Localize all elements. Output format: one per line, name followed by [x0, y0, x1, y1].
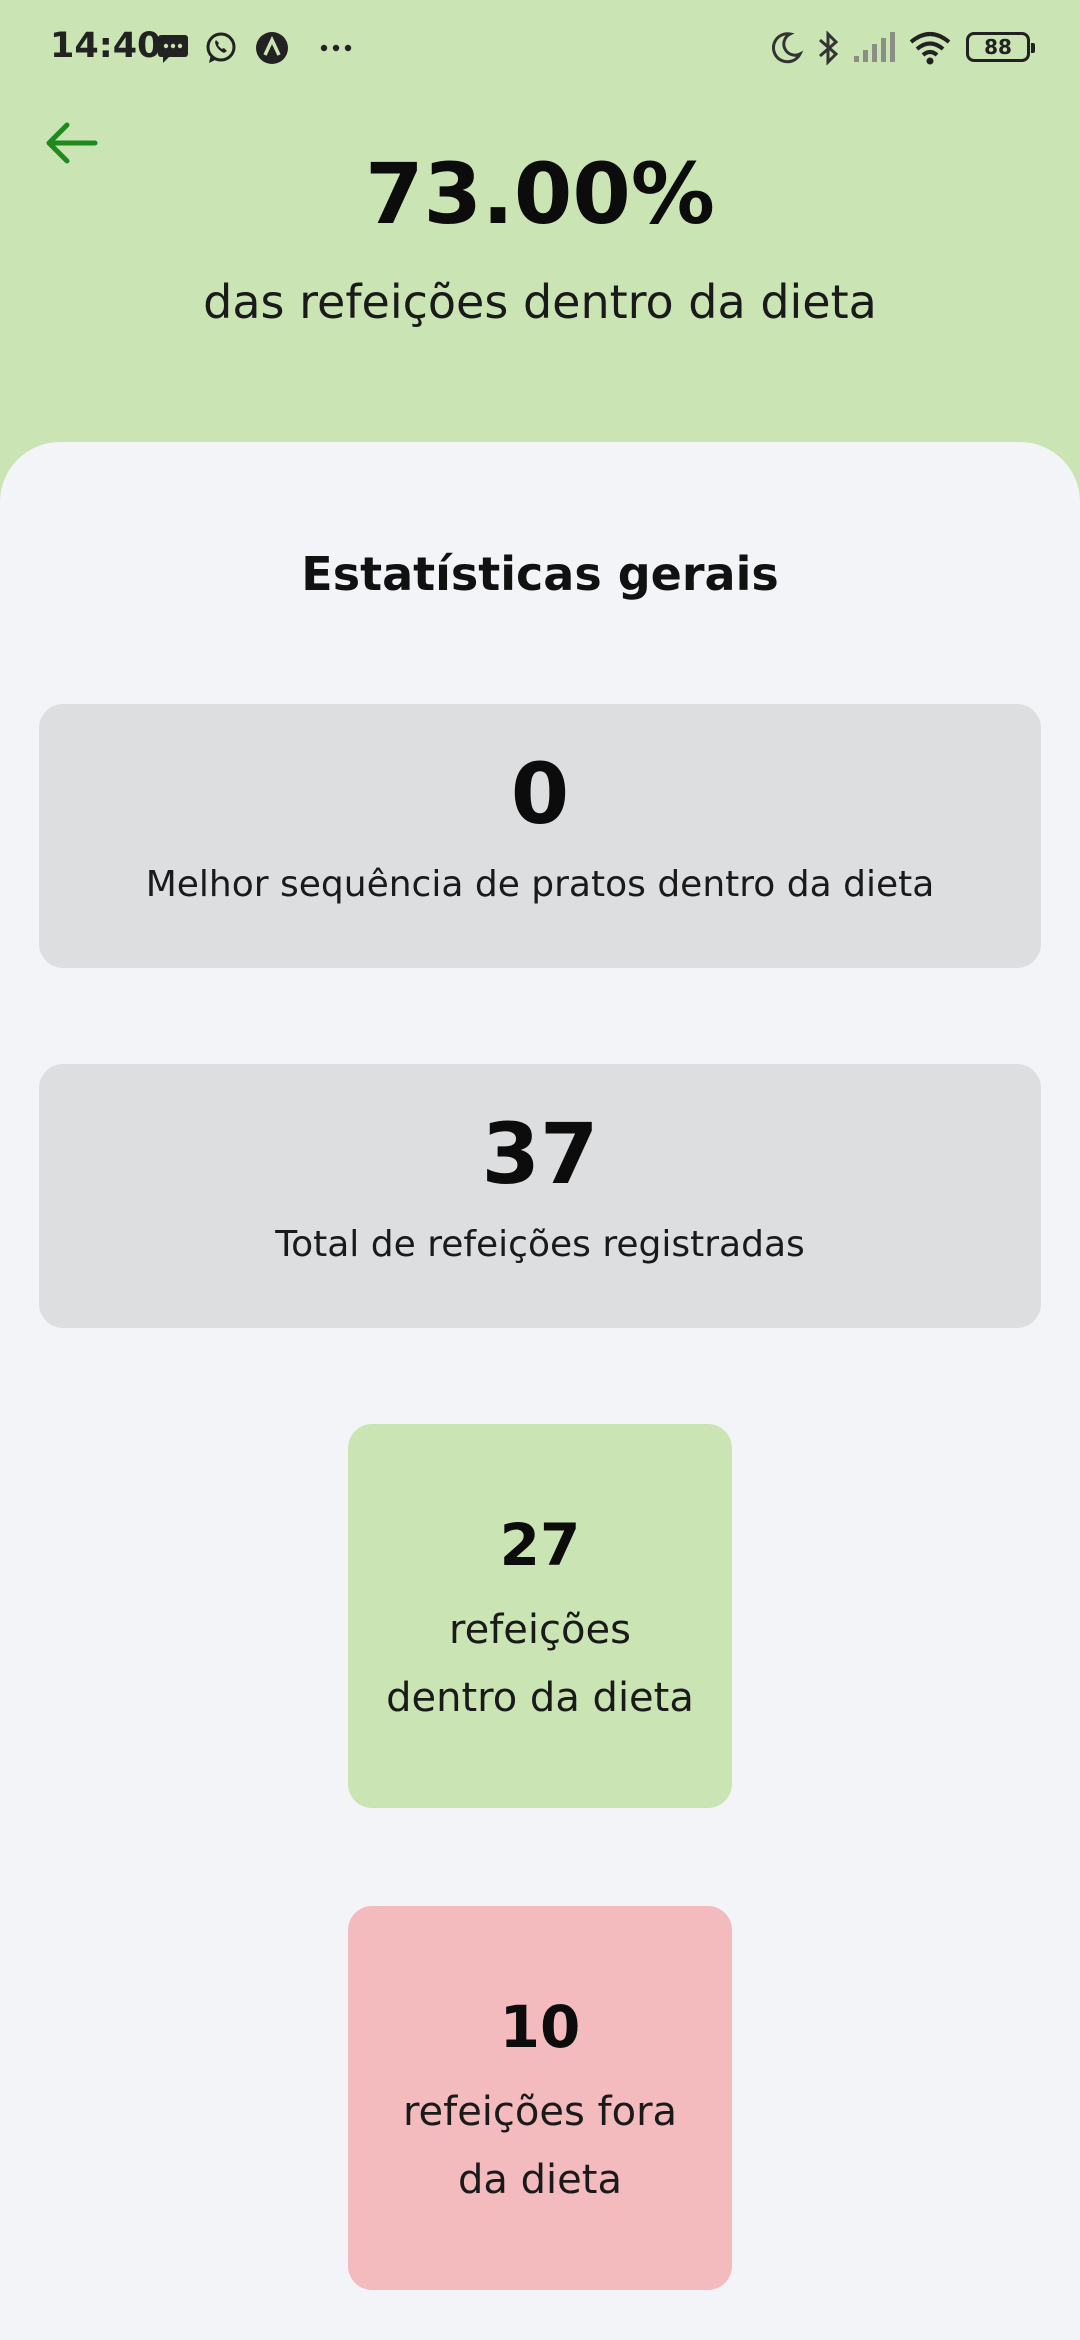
within-diet-label: refeições dentro da dieta — [348, 1596, 732, 1732]
more-dots-icon — [320, 44, 352, 52]
diet-percentage: 73.00% — [365, 145, 715, 243]
total-meals-card: 37 Total de refeições registradas — [39, 1064, 1041, 1328]
statistics-sheet: Estatísticas gerais 0 Melhor sequência d… — [0, 442, 1080, 2340]
battery-icon: 88 — [966, 32, 1035, 62]
whatsapp-icon — [206, 32, 236, 63]
moon-icon — [771, 32, 804, 64]
best-sequence-value: 0 — [510, 745, 570, 843]
outside-diet-value: 10 — [499, 1993, 581, 2061]
section-title: Estatísticas gerais — [301, 547, 779, 601]
within-diet-label-line1: refeições — [449, 1607, 631, 1653]
outside-diet-label-line2: da dieta — [458, 2157, 622, 2203]
best-sequence-label: Melhor sequência de pratos dentro da die… — [145, 864, 935, 905]
signal-icon — [854, 32, 895, 62]
status-bar: 14:40 88 — [0, 0, 1080, 96]
total-meals-label: Total de refeições registradas — [275, 1224, 805, 1265]
outside-diet-label-line1: refeições fora — [402, 2089, 678, 2135]
within-diet-label-line2: dentro da dieta — [386, 1675, 694, 1721]
diet-percentage-label: das refeições dentro da dieta — [203, 275, 877, 329]
status-time: 14:40 — [50, 26, 162, 66]
within-diet-card: 27 refeições dentro da dieta — [348, 1424, 732, 1808]
outside-diet-card: 10 refeições fora da dieta — [348, 1906, 732, 2290]
message-icon — [158, 35, 188, 63]
battery-level: 88 — [984, 35, 1012, 59]
wifi-icon — [909, 32, 951, 65]
best-sequence-card: 0 Melhor sequência de pratos dentro da d… — [39, 704, 1041, 968]
outside-diet-label: refeições fora da dieta — [348, 2078, 732, 2214]
app-icon — [256, 32, 288, 64]
bluetooth-icon — [819, 30, 839, 66]
total-meals-value: 37 — [481, 1105, 599, 1203]
within-diet-value: 27 — [499, 1511, 581, 1579]
